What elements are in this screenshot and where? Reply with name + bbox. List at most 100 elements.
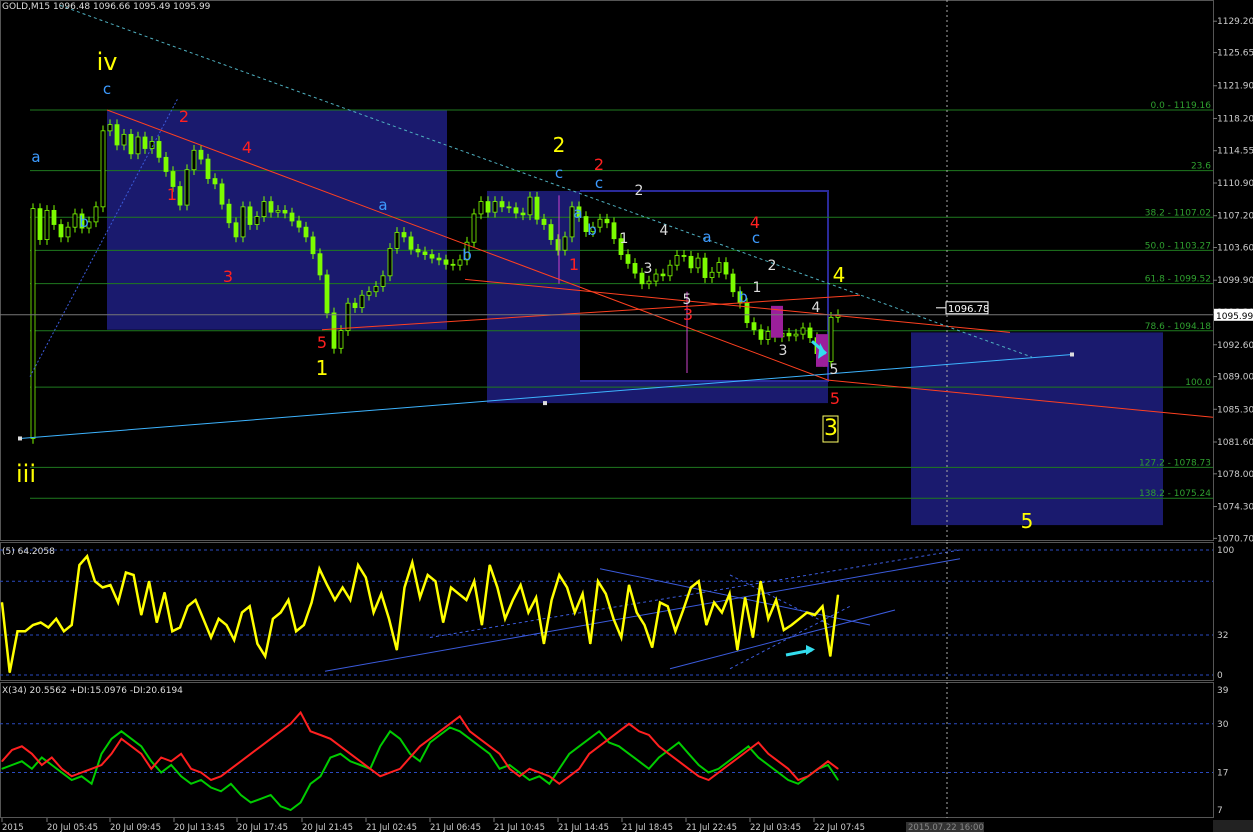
rsi-point xyxy=(365,576,367,579)
adx-point xyxy=(200,771,202,774)
candle-body xyxy=(128,133,134,155)
rsi-point xyxy=(9,671,11,674)
candle-body xyxy=(513,207,519,214)
rsi-point xyxy=(581,593,584,595)
rsi-point xyxy=(729,593,731,595)
candle-body xyxy=(436,257,442,261)
rsi-point xyxy=(790,624,793,626)
adx-point xyxy=(389,771,391,774)
y-tick-label: 1107.20 xyxy=(1217,212,1253,222)
price-chart[interactable]: 0.0 - 1119.16 23.6 38.2 - 1107.02 50.0 - 11… xyxy=(0,0,1253,542)
candle-body xyxy=(751,322,757,331)
rsi-point xyxy=(628,584,630,586)
wave-label: 2 xyxy=(179,107,189,126)
adx-point xyxy=(409,753,411,755)
wave-label: 4 xyxy=(833,263,846,287)
candle-body xyxy=(51,209,57,225)
rsi-point xyxy=(783,629,785,631)
candle-body xyxy=(254,216,260,225)
candle-body xyxy=(72,213,78,228)
rsi-point xyxy=(752,636,754,639)
adx-point xyxy=(757,756,759,759)
rsi-point xyxy=(667,605,669,607)
adx-point xyxy=(648,734,650,736)
adx-point xyxy=(61,768,63,770)
candle-body xyxy=(135,136,141,155)
rsi-point xyxy=(589,643,591,645)
adx-point xyxy=(528,768,531,770)
candle-body xyxy=(443,259,449,265)
adx-point xyxy=(61,771,63,774)
wave-label: a xyxy=(702,228,711,246)
wave-label: a xyxy=(378,196,387,214)
adx-point xyxy=(140,753,142,755)
rsi-point xyxy=(798,618,800,620)
adx-point xyxy=(419,760,421,762)
wave-label: 5 xyxy=(830,389,840,408)
rsi-y-label: 0 xyxy=(1217,671,1223,681)
fib-label: 127.2 - 1078.73 xyxy=(1139,458,1211,468)
rsi-point xyxy=(241,611,243,614)
candle-body xyxy=(765,331,771,340)
candle-body xyxy=(303,226,309,238)
highlight-candle xyxy=(771,305,783,338)
adx-point xyxy=(1,760,3,762)
adx-point xyxy=(708,771,710,774)
adx-point xyxy=(399,738,401,740)
adx-point xyxy=(150,760,152,762)
adx-point xyxy=(628,723,630,725)
rsi-point xyxy=(829,655,831,657)
wave-label: 3 xyxy=(223,267,233,286)
adx-point xyxy=(31,768,33,770)
candle-body xyxy=(415,248,421,253)
adx-point xyxy=(210,786,212,789)
adx-point xyxy=(11,764,13,766)
rsi-point xyxy=(132,574,135,576)
candle-body xyxy=(786,332,792,337)
rsi-point xyxy=(86,555,88,557)
candle-body xyxy=(541,218,547,225)
adx-point xyxy=(299,801,302,804)
adx-point xyxy=(90,768,93,770)
adx-point xyxy=(558,768,560,770)
adx-point xyxy=(688,768,690,770)
adx-point xyxy=(658,756,660,759)
rsi-chart[interactable]: 100 32 0 (5) 64.2058 xyxy=(0,542,1253,682)
adx-point xyxy=(588,753,590,755)
rsi-point xyxy=(767,618,769,620)
chart-window[interactable]: 0.0 - 1119.16 23.6 38.2 - 1107.02 50.0 - 11… xyxy=(0,0,1253,832)
adx-point xyxy=(618,745,620,747)
rsi-point xyxy=(16,630,19,632)
adx-point xyxy=(489,745,491,747)
x-tick-label: 22 Jul 03:45 xyxy=(750,823,801,832)
adx-point xyxy=(220,790,222,792)
wave-label: b xyxy=(462,246,472,264)
adx-y-label: 39 xyxy=(1217,686,1229,696)
rsi-point xyxy=(94,580,96,582)
candle-body xyxy=(324,274,330,314)
rsi-point xyxy=(40,621,42,624)
rsi-point xyxy=(527,611,529,614)
rsi-point xyxy=(388,618,390,620)
adx-point xyxy=(777,771,779,774)
rsi-point xyxy=(225,624,228,626)
adx-point xyxy=(210,779,212,781)
rsi-point xyxy=(47,626,50,629)
rsi-point xyxy=(117,601,119,604)
adx-point xyxy=(120,738,123,740)
wave-box-5 xyxy=(911,332,1163,526)
rsi-point xyxy=(210,636,212,639)
adx-point xyxy=(379,745,381,747)
rsi-point xyxy=(481,624,483,626)
candle-body xyxy=(611,222,617,240)
candle-body xyxy=(450,263,456,266)
adx-point xyxy=(678,760,680,762)
candle-body xyxy=(212,178,218,185)
adx-chart[interactable]: 39 30 17 7 X(34) 20.5562 +DI:15.0976 -DI:20.… xyxy=(0,682,1253,832)
rsi-point xyxy=(71,624,73,626)
rsi-point xyxy=(311,601,313,604)
adx-point xyxy=(180,753,182,755)
rsi-point xyxy=(202,618,204,620)
rsi-point xyxy=(280,611,282,614)
candle-body xyxy=(58,224,64,238)
